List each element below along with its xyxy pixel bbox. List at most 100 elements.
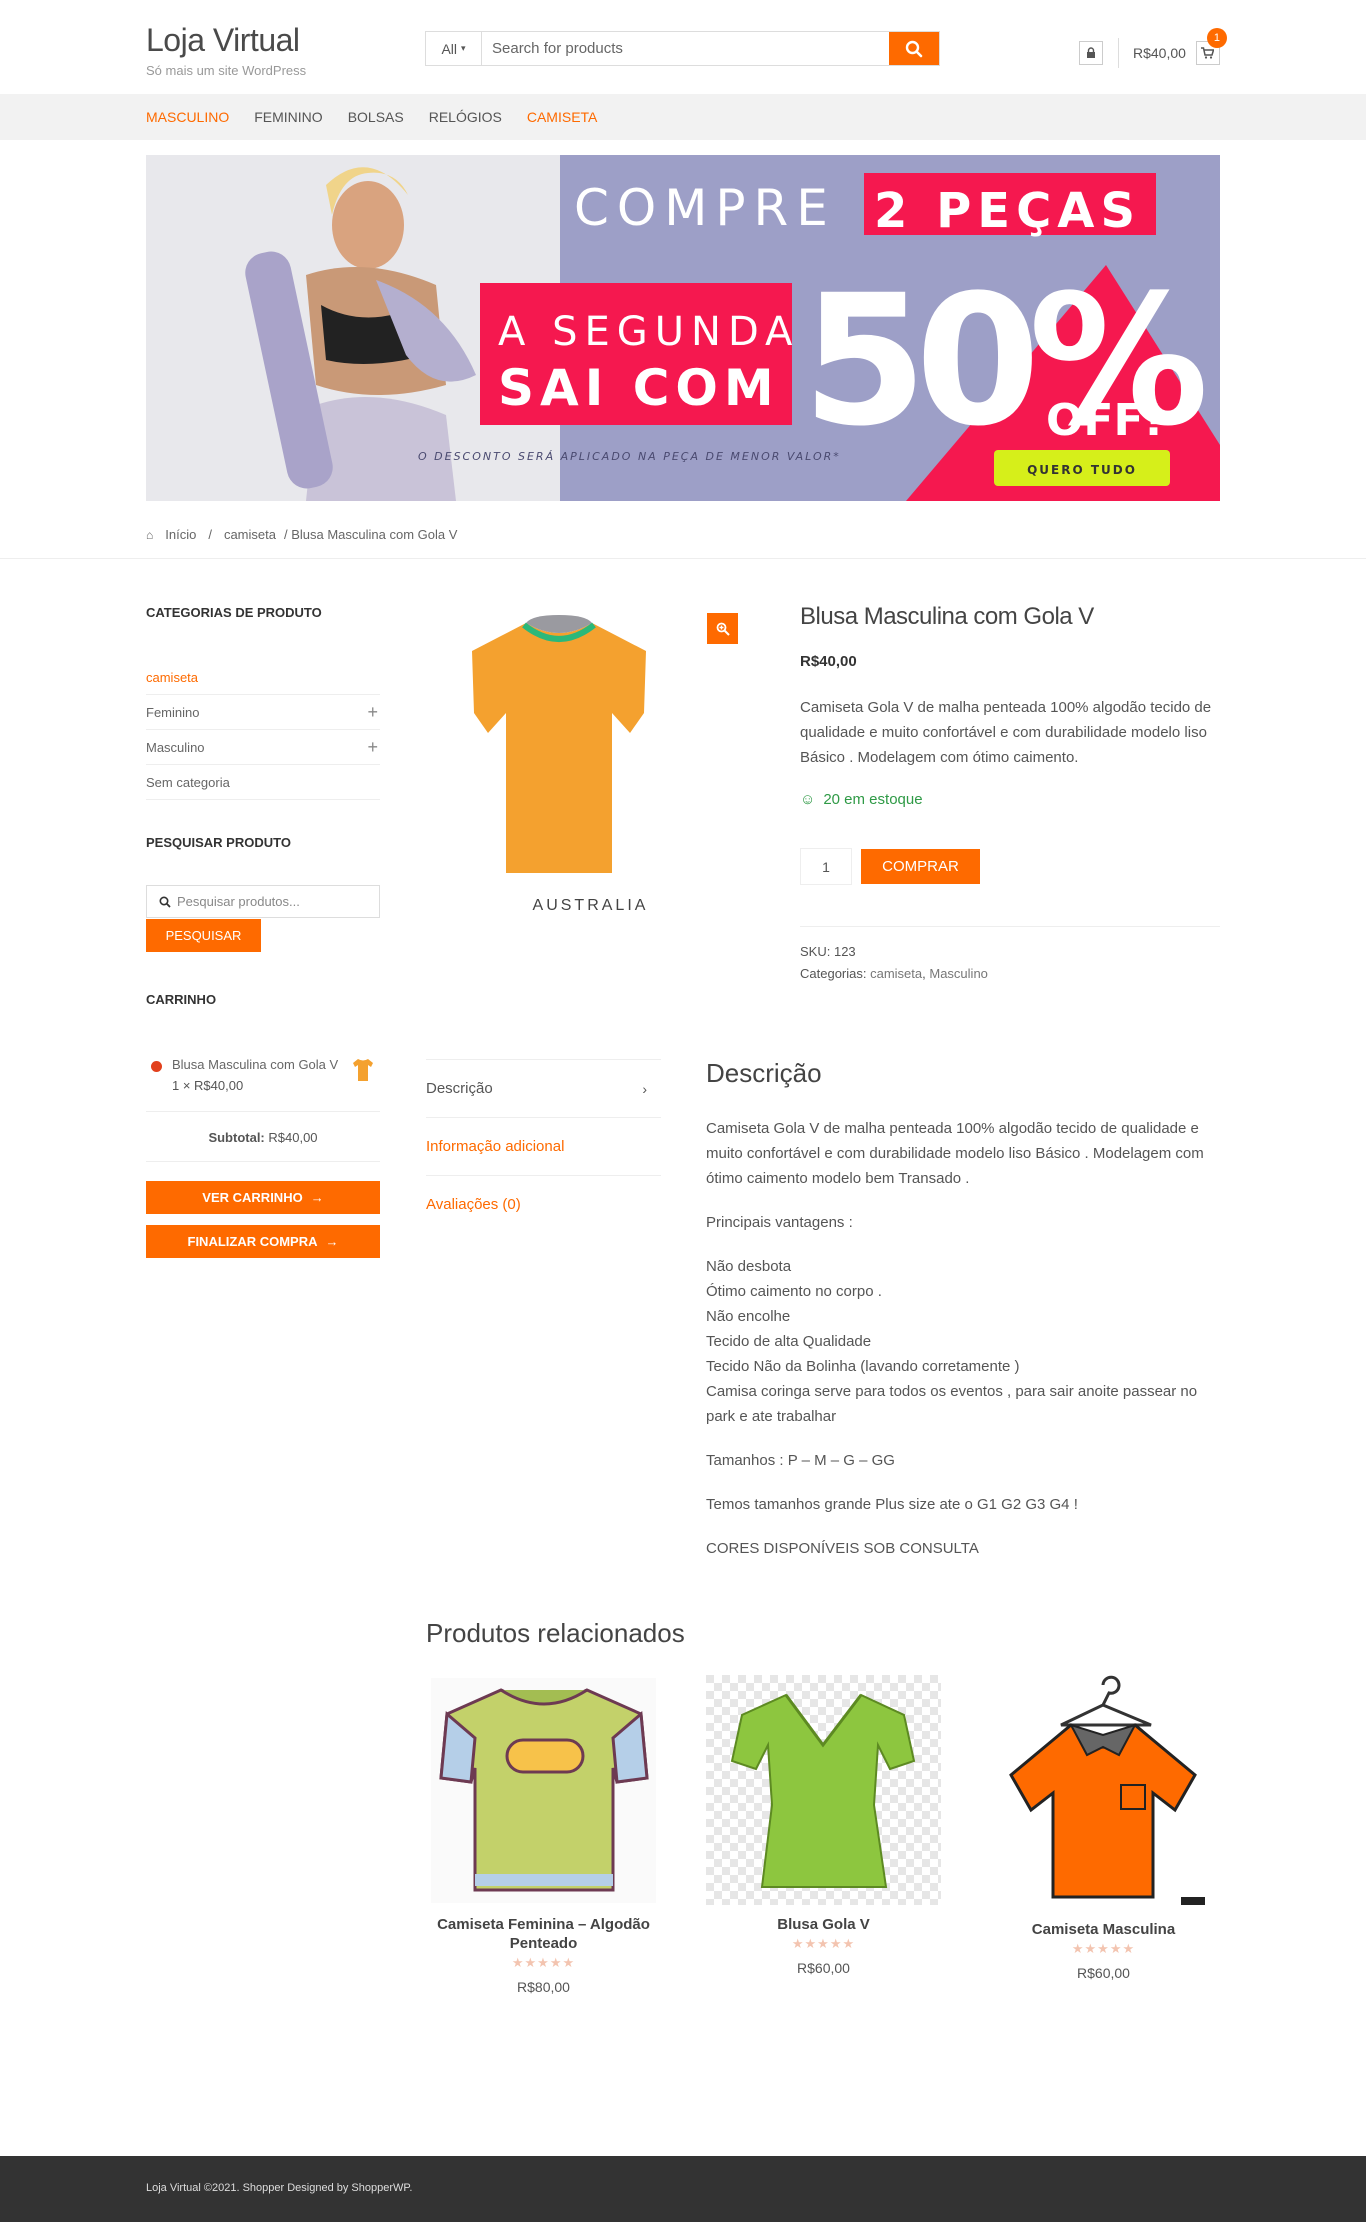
category-link-masculino[interactable]: Masculino (929, 966, 988, 981)
related-product-card[interactable]: Camiseta Feminina – Algodão Penteado ★★★… (426, 1675, 661, 1995)
nav-item-bolsas[interactable]: BOLSAS (348, 109, 404, 125)
product-tabs: Descrição › Informação adicional Avaliaçõ… (426, 1059, 661, 1233)
product-categories: Categorias: camiseta, Masculino (800, 966, 988, 981)
plus-icon[interactable]: + (367, 702, 380, 723)
description-paragraph: Camiseta Gola V de malha penteada 100% a… (706, 1120, 1204, 1187)
site-tagline: Só mais um site WordPress (146, 63, 307, 78)
related-product-name[interactable]: Camiseta Masculina (986, 1920, 1221, 1939)
zoom-button[interactable] (707, 613, 738, 644)
tab-informacao-adicional[interactable]: Informação adicional (426, 1117, 661, 1175)
product-price: R$40,00 (800, 653, 857, 670)
search-icon (905, 40, 923, 57)
related-product-image[interactable] (706, 1675, 941, 1905)
nav-item-camiseta[interactable]: CAMISETA (527, 109, 598, 125)
header-cart[interactable]: R$40,00 1 (1118, 28, 1227, 68)
description-list: Não desbota Ótimo caimento no corpo . Nã… (706, 1254, 1220, 1429)
stock-status: ☺ 20 em estoque (800, 791, 923, 808)
add-to-cart-button[interactable]: COMPRAR (861, 849, 980, 884)
related-product-image[interactable] (986, 1675, 1221, 1910)
category-link-camiseta[interactable]: camiseta (870, 966, 922, 981)
description-heading: Descrição (706, 1058, 822, 1088)
product-image-caption: AUSTRALIA (532, 897, 649, 914)
mini-cart-thumbnail (353, 1059, 374, 1081)
list-item: Tecido Não da Bolinha (lavando corretame… (706, 1358, 1020, 1375)
star-rating: ★★★★★ (1071, 1941, 1136, 1956)
related-product-name[interactable]: Camiseta Feminina – Algodão Penteado (426, 1915, 661, 1953)
svg-text:SAI COM: SAI COM (498, 359, 780, 417)
plus-icon[interactable]: + (367, 737, 380, 758)
product-image[interactable] (426, 603, 740, 923)
zoom-icon (716, 622, 730, 636)
search-category-label: All (441, 40, 458, 57)
star-rating: ★★★★★ (511, 1955, 576, 1970)
breadcrumb-home[interactable]: Início (165, 527, 196, 542)
related-product-price: R$60,00 (797, 1960, 850, 1976)
footer-credits: Loja Virtual ©2021. Shopper Designed by … (146, 2182, 413, 2194)
svg-text:A SEGUNDA: A SEGUNDA (498, 309, 799, 355)
subtotal-label: Subtotal: (208, 1130, 265, 1145)
sku-label: SKU: (800, 944, 831, 959)
related-product-image[interactable] (426, 1675, 661, 1905)
search-category-select[interactable]: All ▾ (426, 32, 482, 65)
remove-item-icon[interactable] (151, 1061, 162, 1072)
tab-descricao[interactable]: Descrição › (426, 1059, 661, 1117)
category-list: camiseta Feminino + Masculino + Sem catego… (146, 660, 380, 800)
search-input[interactable] (482, 32, 889, 65)
categories-label: Categorias: (800, 966, 867, 981)
cart-count-badge: 1 (1206, 28, 1227, 48)
nav-item-masculino[interactable]: MASCULINO (146, 109, 229, 125)
category-item-feminino[interactable]: Feminino + (146, 695, 380, 730)
quantity-input[interactable]: 1 (800, 848, 852, 885)
svg-text:2 PEÇAS: 2 PEÇAS (874, 183, 1141, 239)
mini-cart-item: Blusa Masculina com Gola V 1 × R$40,00 (151, 1057, 374, 1093)
list-item: Tecido de alta Qualidade (706, 1333, 872, 1350)
account-button[interactable] (1079, 41, 1103, 65)
description-paragraph: Temos tamanhos grande Plus size ate o G1… (706, 1496, 1078, 1513)
category-label: Masculino (146, 739, 205, 755)
tab-label: Informação adicional (426, 1138, 565, 1155)
related-product-price: R$80,00 (517, 1979, 570, 1995)
sku-value: 123 (833, 944, 856, 959)
cart-button[interactable]: 1 (1195, 28, 1227, 65)
tab-label: Descrição (426, 1080, 493, 1097)
chevron-down-icon: ▾ (461, 43, 466, 53)
arrow-right-icon: → (310, 1190, 324, 1205)
category-item-camiseta[interactable]: camiseta (146, 660, 380, 695)
category-item-sem-categoria[interactable]: Sem categoria (146, 765, 380, 800)
related-product-card[interactable]: Camiseta Masculina ★★★★★ R$60,00 (986, 1675, 1221, 1981)
search-icon (159, 895, 171, 908)
nav-item-feminino[interactable]: FEMININO (254, 109, 322, 125)
product-search-placeholder: Pesquisar produtos... (177, 894, 300, 909)
mini-cart-item-name[interactable]: Blusa Masculina com Gola V (172, 1057, 338, 1072)
categories-widget-title: CATEGORIAS DE PRODUTO (146, 605, 322, 620)
product-search-input[interactable]: Pesquisar produtos... (146, 885, 380, 918)
header-search: All ▾ (425, 31, 940, 66)
cart-widget-title: CARRINHO (146, 992, 217, 1007)
breadcrumb-category[interactable]: camiseta (224, 527, 276, 542)
svg-text:O DESCONTO SERÁ APLICADO NA PE: O DESCONTO SERÁ APLICADO NA PEÇA DE MENO… (418, 450, 841, 463)
checkout-label: FINALIZAR COMPRA (187, 1234, 318, 1249)
site-title[interactable]: Loja Virtual (146, 22, 300, 59)
product-search-button[interactable]: PESQUISAR (146, 919, 261, 952)
promo-banner[interactable]: COMPRE 2 PEÇAS A SEGUNDA SAI COM 50% OFF… (146, 155, 1220, 501)
description-paragraph: CORES DISPONÍVEIS SOB CONSULTA (706, 1540, 979, 1557)
product-title: Blusa Masculina com Gola V (800, 603, 1094, 630)
related-product-card[interactable]: Blusa Gola V ★★★★★ R$60,00 (706, 1675, 941, 1976)
tab-avaliacoes[interactable]: Avaliações (0) (426, 1175, 661, 1233)
divider (800, 926, 1220, 927)
category-item-masculino[interactable]: Masculino + (146, 730, 380, 765)
search-button[interactable] (889, 32, 939, 65)
main-navigation: MASCULINO FEMININO BOLSAS RELÓGIOS CAMIS… (0, 94, 1366, 140)
nav-item-relogios[interactable]: RELÓGIOS (429, 109, 502, 125)
description-body: Camiseta Gola V de malha penteada 100% a… (706, 1116, 1220, 1580)
chevron-right-icon: › (642, 1080, 647, 1097)
description-paragraph: Tamanhos : P – M – G – GG (706, 1452, 895, 1469)
smile-icon: ☺ (800, 791, 816, 808)
related-product-name[interactable]: Blusa Gola V (706, 1915, 941, 1934)
divider (0, 558, 1366, 559)
mini-cart-item-qty: 1 × R$40,00 (172, 1078, 244, 1093)
checkout-button[interactable]: FINALIZAR COMPRA → (146, 1225, 380, 1258)
svg-text:OFF!: OFF! (1046, 395, 1164, 446)
view-cart-button[interactable]: VER CARRINHO → (146, 1181, 380, 1214)
site-footer: Loja Virtual ©2021. Shopper Designed by … (0, 2156, 1366, 2222)
